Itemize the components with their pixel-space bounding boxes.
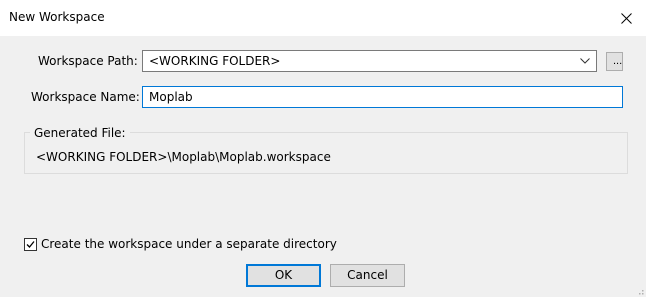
separate-directory-label: Create the workspace under a separate di…: [41, 237, 337, 251]
workspace-path-value: <WORKING FOLDER>: [149, 54, 281, 68]
resize-grip-icon[interactable]: [634, 285, 644, 295]
close-button[interactable]: [606, 0, 646, 36]
workspace-path-combobox[interactable]: <WORKING FOLDER>: [142, 50, 597, 72]
workspace-name-label: Workspace Name:: [31, 90, 140, 104]
chevron-down-icon[interactable]: [576, 51, 594, 71]
generated-file-path: <WORKING FOLDER>\Moplab\Moplab.workspace: [36, 150, 331, 164]
new-workspace-dialog: New Workspace Workspace Path: <WORKING F…: [0, 0, 646, 297]
checkmark-icon: [26, 240, 35, 248]
workspace-path-label: Workspace Path:: [38, 54, 138, 68]
generated-file-title: Generated File:: [30, 126, 130, 140]
close-icon: [620, 12, 632, 24]
ok-button[interactable]: OK: [246, 264, 321, 287]
dialog-title: New Workspace: [9, 10, 105, 24]
separate-directory-checkbox[interactable]: [24, 237, 37, 251]
separate-directory-option[interactable]: Create the workspace under a separate di…: [24, 236, 337, 252]
workspace-name-input[interactable]: [142, 86, 623, 108]
title-bar: New Workspace: [0, 0, 646, 36]
browse-button[interactable]: ...: [606, 52, 623, 71]
cancel-button[interactable]: Cancel: [330, 264, 405, 287]
